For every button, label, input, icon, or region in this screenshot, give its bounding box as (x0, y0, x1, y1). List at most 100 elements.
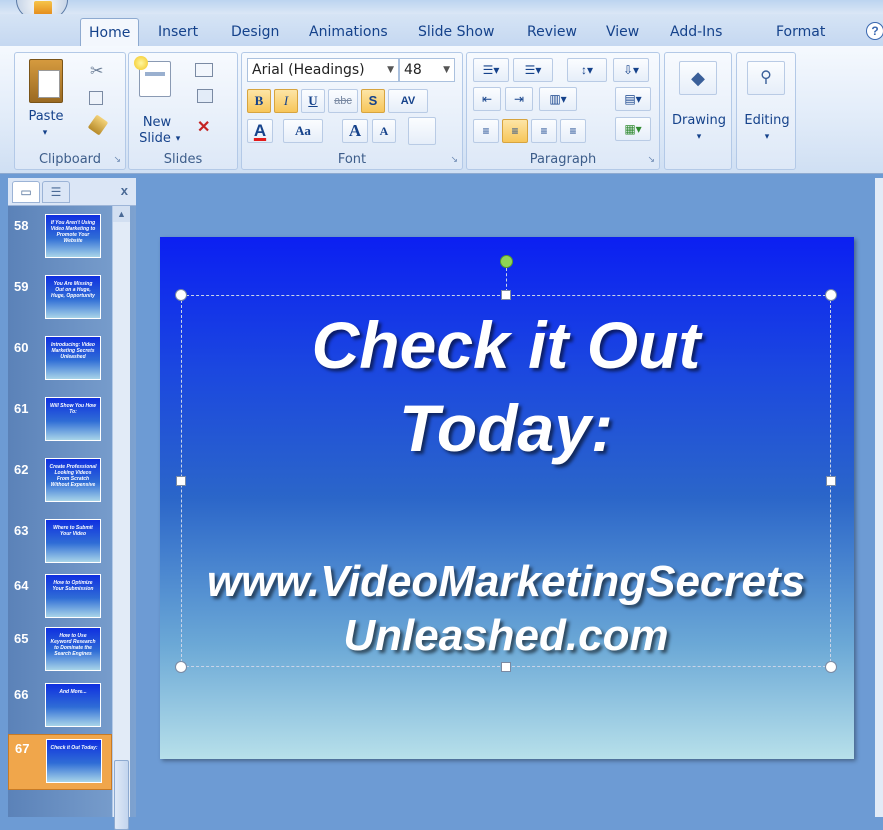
slide-url-line-1: www.VideoMarketingSecrets (206, 557, 806, 606)
workspace-scrollbar[interactable] (875, 178, 883, 817)
resize-handle-top[interactable] (501, 290, 511, 300)
slide-preview: Where to Submit Your Video (45, 519, 101, 563)
reset-icon[interactable] (197, 89, 213, 103)
help-icon[interactable]: ? (866, 22, 883, 40)
clear-formatting-icon[interactable] (408, 117, 436, 145)
resize-handle-bottom[interactable] (501, 662, 511, 672)
tab-insert[interactable]: Insert (158, 24, 198, 40)
slide-preview-text: Introducing: Video Marketing Secrets Unl… (51, 342, 95, 360)
drawing-button[interactable]: Drawing (665, 113, 733, 129)
tab-design[interactable]: Design (231, 24, 279, 40)
font-size-value: 48 (404, 62, 422, 78)
panel-scrollbar[interactable]: ▲ (112, 206, 130, 830)
editing-dropdown-icon[interactable]: ▾ (737, 129, 797, 145)
drawing-icon[interactable]: ◆ (679, 61, 717, 95)
font-name-dropdown[interactable]: Arial (Headings) ▼ (247, 58, 399, 82)
resize-handle-bottom-left[interactable] (175, 661, 187, 673)
slide-preview: Will Show You How To: (45, 397, 101, 441)
slide-thumbnail[interactable]: 65 How to Use Keyword Research to Domina… (8, 625, 112, 675)
find-binoculars-icon[interactable]: ⚲ (747, 61, 785, 95)
tab-format[interactable]: Format (776, 24, 825, 40)
underline-button[interactable]: U (301, 89, 325, 113)
scroll-up-icon[interactable]: ▲ (113, 206, 130, 222)
slide-thumbnail[interactable]: 59 You Are Missing Out on a Huge, Huge, … (8, 273, 112, 323)
new-slide-label-1[interactable]: New (135, 115, 179, 131)
change-case-button[interactable]: Aa (283, 119, 323, 143)
paste-dropdown-icon[interactable]: ▾ (37, 125, 53, 141)
tab-add-ins[interactable]: Add-Ins (670, 24, 722, 40)
numbering-icon[interactable]: ☰▾ (513, 58, 553, 82)
paragraph-group-label: Paragraph (529, 152, 597, 167)
rotation-handle[interactable] (500, 255, 513, 268)
font-size-dropdown[interactable]: 48 ▼ (399, 58, 455, 82)
delete-slide-icon[interactable]: ✕ (197, 117, 210, 137)
tab-review[interactable]: Review (527, 24, 577, 40)
tab-slide-show[interactable]: Slide Show (418, 24, 494, 40)
slide-number: 66 (14, 687, 29, 702)
resize-handle-bottom-right[interactable] (825, 661, 837, 673)
justify-icon[interactable]: ≡ (560, 119, 586, 143)
slide-number: 63 (14, 523, 29, 538)
slide-thumbnail[interactable]: 64 How to Optimize Your Submission (8, 572, 112, 622)
paragraph-launcher-icon[interactable]: ↘ (647, 154, 655, 165)
bold-button[interactable]: B (247, 89, 271, 113)
text-direction-icon[interactable]: ⇩▾ (613, 58, 649, 82)
new-slide-button[interactable]: Slide (133, 131, 177, 147)
character-spacing-button[interactable]: AV (388, 89, 428, 113)
outline-tab-icon[interactable]: ☰ (42, 181, 70, 203)
font-launcher-icon[interactable]: ↘ (450, 154, 458, 165)
smartart-icon[interactable]: ▦▾ (615, 117, 651, 141)
layout-icon[interactable] (195, 63, 213, 77)
align-text-icon[interactable]: ▤▾ (615, 87, 651, 111)
editing-button[interactable]: Editing (737, 113, 797, 129)
slide-number: 58 (14, 218, 29, 233)
slide-thumbnail[interactable]: 60 Introducing: Video Marketing Secrets … (8, 334, 112, 384)
clipboard-launcher-icon[interactable]: ↘ (113, 154, 121, 165)
clipboard-group-label: Clipboard (38, 152, 102, 167)
paste-icon[interactable] (29, 59, 63, 103)
new-slide-icon[interactable] (134, 56, 171, 97)
slide-preview-text: And More... (59, 689, 87, 695)
resize-handle-top-left[interactable] (175, 289, 187, 301)
resize-handle-right[interactable] (826, 476, 836, 486)
columns-icon[interactable]: ▥▾ (539, 87, 577, 111)
slide-thumbnail[interactable]: 63 Where to Submit Your Video (8, 517, 112, 567)
slides-tab-icon[interactable]: ▭ (12, 181, 40, 203)
shrink-font-button[interactable]: A (372, 119, 396, 143)
font-color-button[interactable]: A (247, 119, 273, 143)
shadow-button[interactable]: S (361, 89, 385, 113)
slide-thumbnail[interactable]: 66 And More... (8, 681, 112, 731)
strikethrough-button[interactable]: abc (328, 89, 358, 113)
slide-number: 62 (14, 462, 29, 477)
resize-handle-left[interactable] (176, 476, 186, 486)
line-spacing-icon[interactable]: ↕▾ (567, 58, 607, 82)
resize-handle-top-right[interactable] (825, 289, 837, 301)
slide-thumbnail[interactable]: 62 Create Professional Looking Videos Fr… (8, 456, 112, 506)
slide-preview-text: Where to Submit Your Video (53, 525, 93, 537)
tab-view[interactable]: View (606, 24, 639, 40)
format-painter-icon[interactable] (87, 114, 109, 136)
copy-icon[interactable] (89, 91, 103, 105)
font-group-label: Font (337, 152, 367, 167)
slide-thumbnail[interactable]: 61 Will Show You How To: (8, 395, 112, 445)
align-center-icon[interactable]: ≡ (502, 119, 528, 143)
grow-font-button[interactable]: A (342, 119, 368, 143)
new-slide-dropdown-icon[interactable]: ▾ (173, 131, 183, 147)
cut-icon[interactable]: ✂ (90, 61, 103, 81)
decrease-indent-icon[interactable]: ⇤ (473, 87, 501, 111)
panel-close-button[interactable]: x (121, 183, 128, 198)
increase-indent-icon[interactable]: ⇥ (505, 87, 533, 111)
scroll-thumb[interactable] (114, 760, 129, 830)
align-left-icon[interactable]: ≡ (473, 119, 499, 143)
bullets-icon[interactable]: ☰▾ (473, 58, 509, 82)
align-right-icon[interactable]: ≡ (531, 119, 557, 143)
tab-animations[interactable]: Animations (309, 24, 388, 40)
tab-home[interactable]: Home (80, 18, 140, 49)
slide-thumbnail-selected[interactable]: 67 Check it Out Today: (8, 734, 112, 790)
slide-number: 65 (14, 631, 29, 646)
drawing-dropdown-icon[interactable]: ▾ (665, 129, 733, 145)
italic-button[interactable]: I (274, 89, 298, 113)
slide-thumbnail[interactable]: 58 If You Aren't Using Video Marketing t… (8, 212, 112, 262)
paste-button[interactable]: Paste (23, 109, 69, 125)
rotation-connector (506, 268, 507, 292)
